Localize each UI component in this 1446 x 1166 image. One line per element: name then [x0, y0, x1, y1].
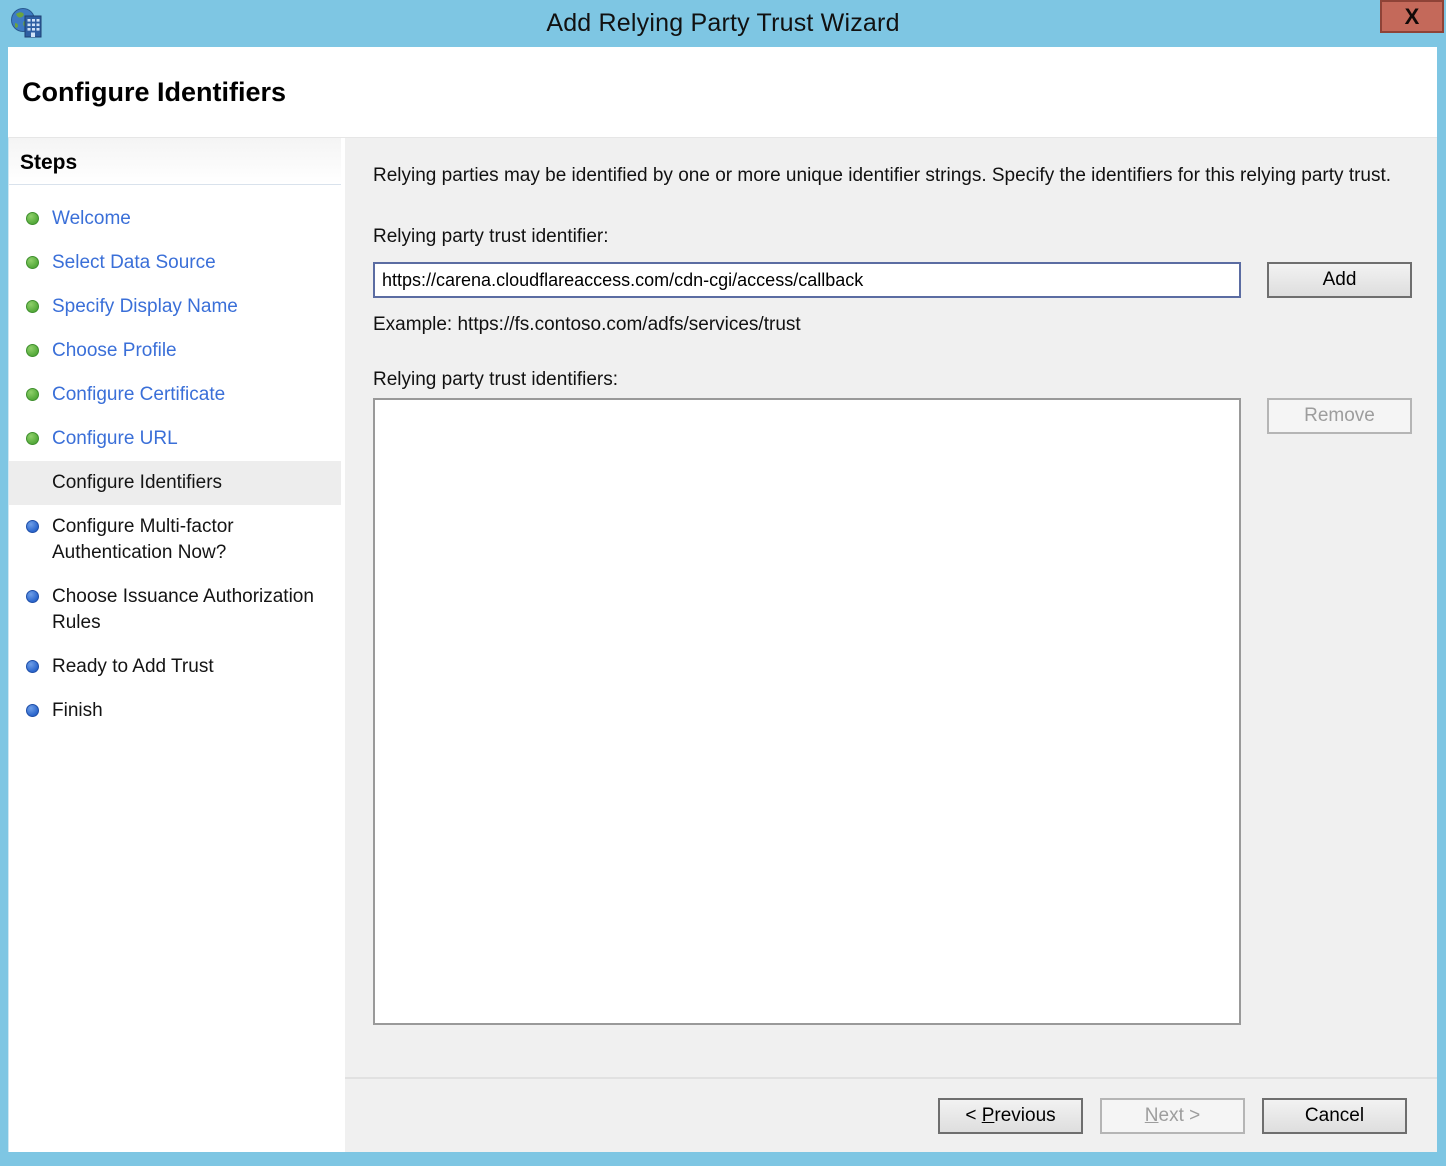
step-item-configure-mfa: Configure Multi-factor Authentication No… [9, 505, 341, 575]
step-bullet-completed-icon [26, 344, 39, 357]
identifiers-list-label: Relying party trust identifiers: [373, 369, 1415, 391]
step-item-choose-issuance-rules: Choose Issuance Authorization Rules [9, 575, 341, 645]
wizard-window: Add Relying Party Trust Wizard X Configu… [0, 0, 1446, 1166]
wizard-footer: < Previous Next > Cancel [345, 1077, 1437, 1152]
window-title: Add Relying Party Trust Wizard [0, 9, 1446, 38]
step-item-choose-profile: Choose Profile [9, 329, 341, 373]
step-item-ready-to-add-trust: Ready to Add Trust [9, 645, 341, 689]
identifier-input-label: Relying party trust identifier: [373, 226, 1415, 248]
wizard-body: Configure Identifiers Steps Welcome Sele… [8, 47, 1437, 1152]
step-bullet-upcoming-icon [26, 590, 39, 603]
step-item-configure-certificate: Configure Certificate [9, 373, 341, 417]
step-bullet-upcoming-icon [26, 660, 39, 673]
previous-button[interactable]: < Previous [938, 1098, 1083, 1134]
wizard-page-content: Relying parties may be identified by one… [345, 138, 1437, 1077]
page-header: Configure Identifiers [8, 47, 1437, 138]
step-bullet-completed-icon [26, 256, 39, 269]
step-bullet-completed-icon [26, 300, 39, 313]
page-title: Configure Identifiers [22, 77, 286, 108]
intro-text: Relying parties may be identified by one… [373, 162, 1403, 189]
steps-sidebar: Steps Welcome Select Data Source Specify… [8, 138, 341, 1152]
titlebar: Add Relying Party Trust Wizard X [0, 0, 1446, 47]
remove-button[interactable]: Remove [1267, 398, 1412, 434]
example-text: Example: https://fs.contoso.com/adfs/ser… [373, 314, 1415, 336]
step-bullet-completed-icon [26, 476, 39, 489]
close-button[interactable]: X [1380, 0, 1444, 33]
step-bullet-completed-icon [26, 388, 39, 401]
step-item-configure-url: Configure URL [9, 417, 341, 461]
step-bullet-completed-icon [26, 432, 39, 445]
cancel-button[interactable]: Cancel [1262, 1098, 1407, 1134]
step-item-select-data-source: Select Data Source [9, 241, 341, 285]
step-bullet-completed-icon [26, 212, 39, 225]
relying-party-identifiers-listbox[interactable] [373, 398, 1241, 1025]
step-item-configure-identifiers: Configure Identifiers [9, 461, 341, 505]
step-bullet-upcoming-icon [26, 704, 39, 717]
steps-heading: Steps [9, 138, 341, 185]
next-button[interactable]: Next > [1100, 1098, 1245, 1134]
step-item-welcome: Welcome [9, 197, 341, 241]
add-button[interactable]: Add [1267, 262, 1412, 298]
steps-list: Welcome Select Data Source Specify Displ… [9, 185, 341, 733]
step-bullet-upcoming-icon [26, 520, 39, 533]
step-item-finish: Finish [9, 689, 341, 733]
relying-party-identifier-input[interactable] [373, 262, 1241, 298]
step-item-specify-display-name: Specify Display Name [9, 285, 341, 329]
